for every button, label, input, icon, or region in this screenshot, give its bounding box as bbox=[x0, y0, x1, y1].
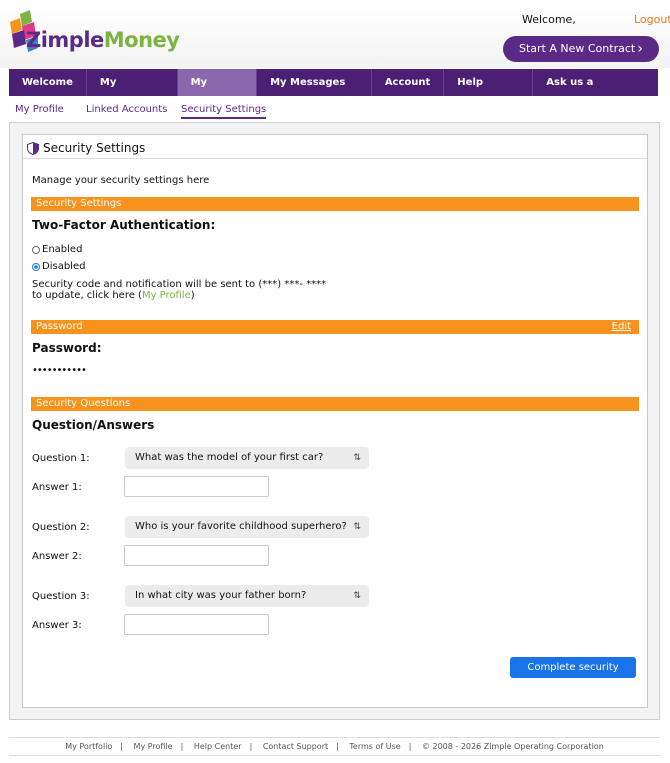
password-heading: Password: bbox=[32, 341, 102, 355]
chevron-right-icon: › bbox=[637, 41, 643, 57]
subnav-security-settings[interactable]: Security Settings bbox=[181, 104, 267, 119]
subnav-my-profile[interactable]: My Profile bbox=[15, 104, 64, 115]
question-3-value: In what city was your father born? bbox=[135, 590, 307, 601]
footer-divider bbox=[9, 755, 660, 756]
footer-link-my-profile[interactable]: My Profile bbox=[134, 742, 173, 751]
answer-3-input[interactable] bbox=[124, 614, 269, 635]
copyright: © 2008 - 2026 Zimple Operating Corporati… bbox=[421, 742, 604, 751]
shield-icon bbox=[27, 141, 39, 155]
footer-link-my-portfolio[interactable]: My Portfolio bbox=[65, 742, 112, 751]
select-arrows-icon: ⇅ bbox=[353, 522, 361, 532]
select-arrows-icon: ⇅ bbox=[353, 591, 361, 601]
nav-item-my-portfolio[interactable]: My Portfolio bbox=[87, 69, 178, 115]
main-nav: Welcome My Portfolio My Profile My Messa… bbox=[9, 69, 658, 115]
questions-heading: Question/Answers bbox=[32, 418, 155, 432]
edit-password-link[interactable]: Edit bbox=[612, 320, 631, 334]
section-bar-security-settings: Security Settings bbox=[31, 197, 639, 211]
panel-title: Security Settings bbox=[27, 141, 149, 155]
header: ZimpleMoney Welcome, Logout Start A New … bbox=[0, 0, 670, 68]
section-bar-security-questions: Security Questions bbox=[31, 397, 639, 411]
nav-item-help-center[interactable]: Help Center bbox=[444, 69, 534, 115]
question-1-value: What was the model of your first car? bbox=[135, 452, 324, 463]
welcome-text: Welcome, bbox=[522, 13, 576, 26]
question-2-label: Question 2: bbox=[32, 522, 90, 533]
footer-link-help-center[interactable]: Help Center bbox=[194, 742, 242, 751]
answer-2-label: Answer 2: bbox=[32, 551, 82, 562]
logout-link[interactable]: Logout bbox=[634, 13, 670, 26]
question-1-select[interactable]: What was the model of your first car? ⇅ bbox=[125, 447, 369, 469]
complete-security-settings-button[interactable]: Complete security settings bbox=[510, 657, 636, 694]
answer-3-label: Answer 3: bbox=[32, 620, 82, 631]
question-2-value: Who is your favorite childhood superhero… bbox=[135, 521, 347, 532]
my-profile-link[interactable]: My Profile bbox=[142, 290, 191, 301]
answer-1-input[interactable] bbox=[124, 476, 269, 497]
note-prefix: to update, click here ( bbox=[32, 290, 142, 301]
two-factor-note: Security code and notification will be s… bbox=[32, 279, 326, 301]
question-3-select[interactable]: In what city was your father born? ⇅ bbox=[125, 585, 369, 607]
radio-enabled-circle[interactable] bbox=[32, 245, 40, 254]
question-2-select[interactable]: Who is your favorite childhood superhero… bbox=[125, 516, 369, 538]
footer-link-terms-of-use[interactable]: Terms of Use bbox=[349, 742, 400, 751]
answer-2-input[interactable] bbox=[124, 545, 269, 566]
brand-wordmark[interactable]: ZimpleMoney bbox=[26, 28, 180, 52]
password-mask: ••••••••••• bbox=[32, 365, 87, 376]
security-settings-panel: Security Settings Manage your security s… bbox=[22, 134, 648, 708]
nav-item-account[interactable]: Account bbox=[372, 69, 445, 96]
note-suffix: ) bbox=[190, 290, 195, 301]
brand-second: Money bbox=[103, 28, 180, 52]
section-bar-label: Security Questions bbox=[36, 398, 131, 409]
radio-enabled[interactable]: Enabled bbox=[32, 244, 82, 255]
ask-question-link[interactable]: Ask us a question? bbox=[533, 69, 658, 115]
two-factor-heading: Two-Factor Authentication: bbox=[32, 218, 216, 232]
intro-text: Manage your security settings here bbox=[32, 175, 210, 186]
question-1-label: Question 1: bbox=[32, 453, 90, 464]
subnav-linked-accounts[interactable]: Linked Accounts bbox=[86, 104, 167, 115]
select-arrows-icon: ⇅ bbox=[353, 453, 361, 463]
nav-item-my-profile[interactable]: My Profile bbox=[177, 69, 258, 115]
radio-disabled-circle[interactable] bbox=[32, 262, 40, 271]
note-line-1: Security code and notification will be s… bbox=[32, 279, 327, 290]
radio-disabled[interactable]: Disabled bbox=[32, 261, 85, 272]
brand-first: Zimple bbox=[26, 28, 104, 52]
answer-1-label: Answer 1: bbox=[32, 482, 82, 493]
panel-title-text: Security Settings bbox=[43, 141, 146, 155]
question-3-label: Question 3: bbox=[32, 591, 90, 602]
radio-disabled-label: Disabled bbox=[42, 261, 86, 272]
note-line-2: to update, click here (My Profile) bbox=[32, 290, 326, 301]
title-divider bbox=[23, 158, 647, 159]
cta-label: Start A New Contract bbox=[519, 42, 636, 55]
section-bar-label: Password bbox=[36, 321, 83, 332]
section-bar-label: Security Settings bbox=[36, 198, 122, 209]
nav-item-my-messages[interactable]: My Messages (3) bbox=[257, 69, 372, 115]
section-bar-password: Password Edit bbox=[31, 320, 639, 334]
start-new-contract-button[interactable]: Start A New Contract › bbox=[503, 36, 659, 62]
footer: My Portfolio | My Profile | Help Center | C… bbox=[9, 737, 660, 751]
footer-link-contact-support[interactable]: Contact Support bbox=[263, 742, 328, 751]
nav-item-welcome[interactable]: Welcome bbox=[9, 69, 87, 96]
radio-enabled-label: Enabled bbox=[42, 244, 83, 255]
